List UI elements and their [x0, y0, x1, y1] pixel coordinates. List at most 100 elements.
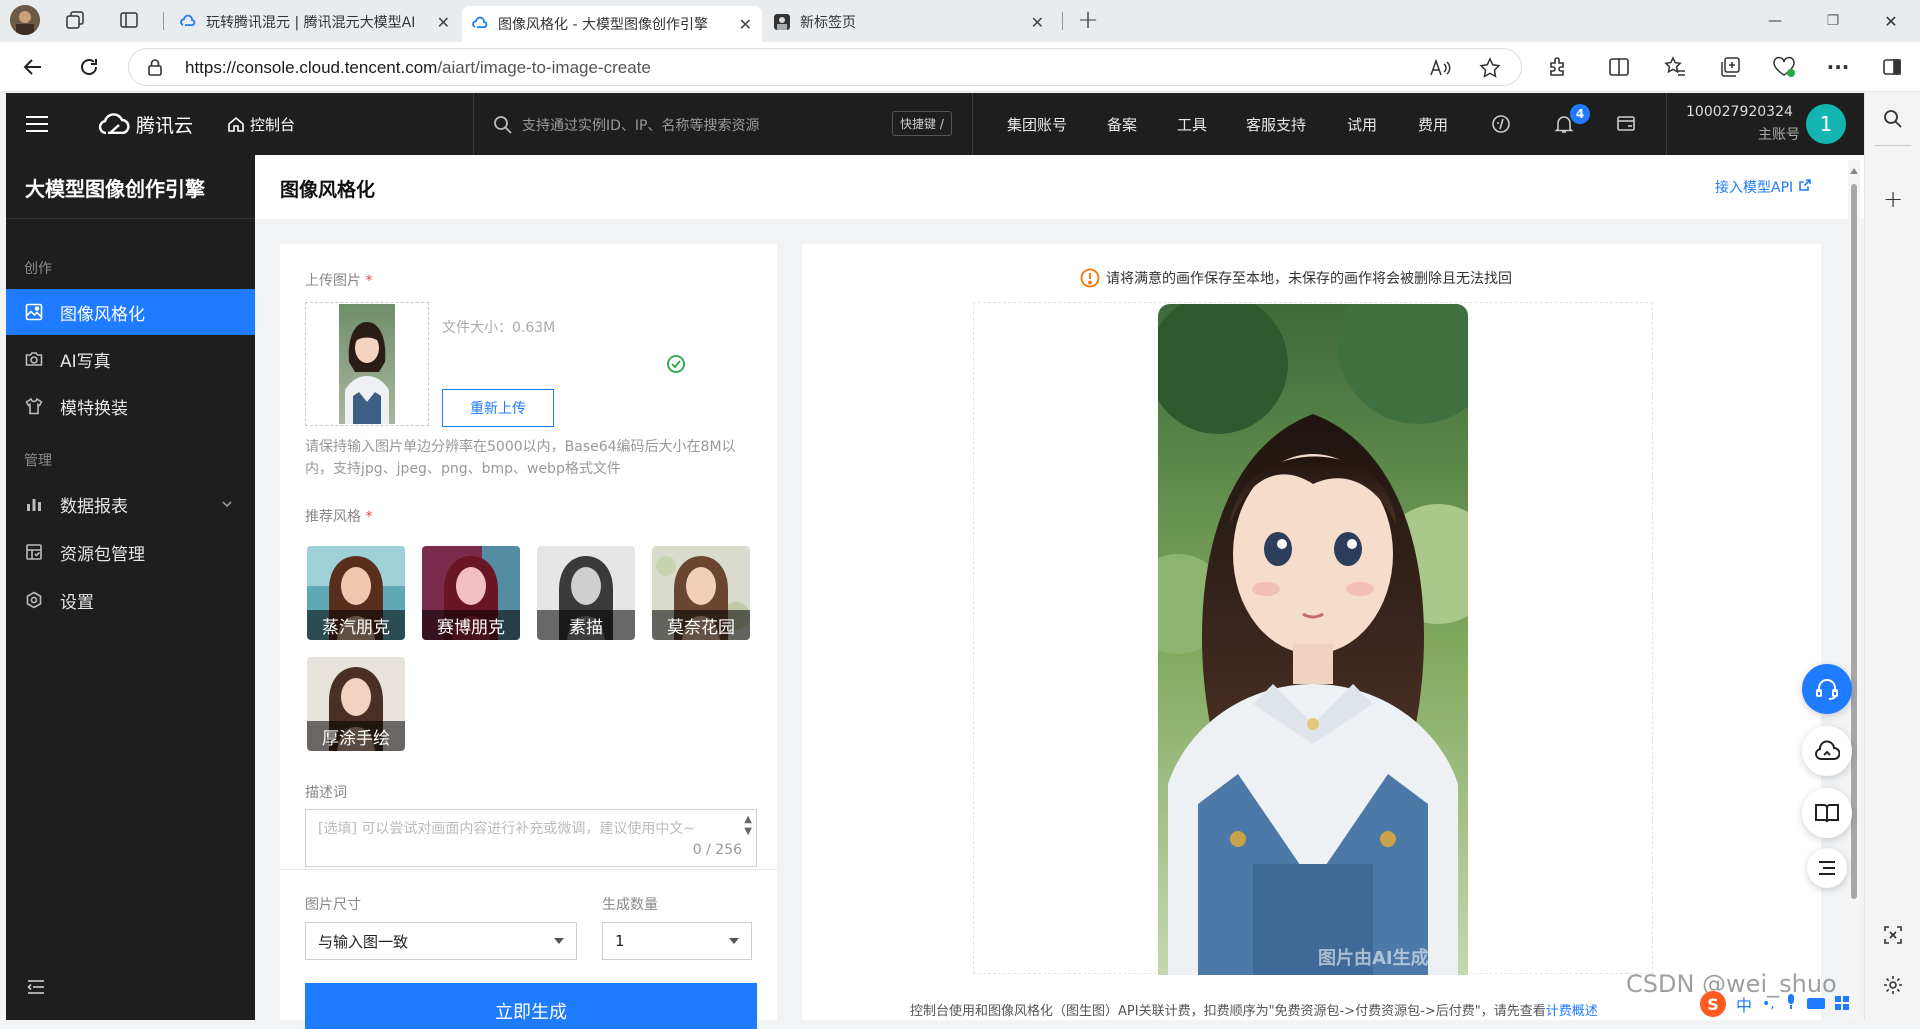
- generated-image[interactable]: 图片由AI生成: [1158, 304, 1468, 975]
- tencent-cloud-logo-icon[interactable]: [98, 110, 132, 138]
- tab-close-icon[interactable]: ✕: [437, 13, 450, 32]
- sidebar-item-image-stylize[interactable]: 图像风格化: [6, 289, 255, 335]
- collapse-sidebar-icon[interactable]: [24, 975, 48, 999]
- generate-button[interactable]: 立即生成: [305, 983, 757, 1029]
- page-scrollbar[interactable]: [1848, 160, 1860, 1020]
- ime-mode[interactable]: 中: [1736, 992, 1752, 1016]
- size-select[interactable]: 与输入图一致: [305, 922, 577, 960]
- ime-logo-icon[interactable]: S: [1700, 991, 1726, 1017]
- microphone-icon[interactable]: [1785, 994, 1797, 1014]
- hamburger-menu-icon[interactable]: [24, 112, 50, 136]
- api-link[interactable]: 接入模型API: [1715, 177, 1811, 197]
- back-icon[interactable]: [20, 54, 46, 80]
- user-avatar[interactable]: 1: [1806, 104, 1846, 144]
- billing-overview-link[interactable]: 计费概述: [1546, 1004, 1598, 1019]
- url-text[interactable]: https://console.cloud.tencent.com/aiart/…: [185, 58, 651, 78]
- nav-billing[interactable]: 费用: [1418, 114, 1448, 135]
- workspaces-icon[interactable]: [64, 9, 86, 31]
- sidebar-item-packages[interactable]: 资源包管理: [6, 529, 255, 575]
- docs-button[interactable]: [1802, 788, 1852, 838]
- sidebar-item-reports[interactable]: 数据报表: [6, 481, 255, 527]
- brand-name[interactable]: 腾讯云: [136, 111, 193, 138]
- settings-icon: [24, 590, 44, 610]
- lock-icon[interactable]: [145, 57, 165, 77]
- nav-trial[interactable]: 试用: [1347, 114, 1377, 135]
- new-tab-button[interactable]: +: [1074, 5, 1102, 35]
- ime-skin-icon[interactable]: [1834, 995, 1849, 1014]
- favorites-icon[interactable]: [1663, 55, 1687, 79]
- ime-keyboard-icon[interactable]: [1806, 995, 1825, 1014]
- notification-count-badge: 4: [1570, 104, 1590, 124]
- browser-essentials-icon[interactable]: [1772, 55, 1796, 79]
- style-option-steampunk[interactable]: 蒸汽朋克: [307, 546, 405, 640]
- add-sidebar-app-icon[interactable]: +: [1881, 185, 1905, 213]
- url-bar[interactable]: https://console.cloud.tencent.com/aiart/…: [128, 48, 1522, 86]
- console-link[interactable]: 控制台: [250, 114, 295, 135]
- tab-close-icon[interactable]: ✕: [1031, 13, 1044, 32]
- sidebar-toggle-icon[interactable]: [1880, 55, 1904, 79]
- prompt-textarea[interactable]: [选填] 可以尝试对画面内容进行补充或微调，建议使用中文~ 0 / 256 ▲ ▼: [305, 809, 757, 867]
- search-icon[interactable]: [492, 114, 514, 136]
- scroll-up-icon[interactable]: [1850, 168, 1858, 174]
- sidebar-item-outfit-change[interactable]: 模特换装: [6, 383, 255, 429]
- extensions-icon[interactable]: [1546, 55, 1570, 79]
- style-option-cyberpunk[interactable]: 赛博朋克: [422, 546, 520, 640]
- reupload-button[interactable]: 重新上传: [442, 389, 554, 427]
- shortcut-badge[interactable]: 快捷键 /: [892, 111, 952, 136]
- browser-tab-1[interactable]: 玩转腾讯混元 | 腾讯混元大模型AI ✕: [170, 6, 460, 38]
- favorite-star-icon[interactable]: [1479, 57, 1501, 79]
- workorder-icon[interactable]: [1615, 113, 1637, 135]
- style-option-thick-paint[interactable]: 厚涂手绘: [307, 657, 405, 751]
- sidebar-item-label: 图像风格化: [60, 304, 145, 325]
- profile-avatar[interactable]: [10, 5, 40, 35]
- nav-group-account[interactable]: 集团账号: [1007, 114, 1067, 135]
- restore-button[interactable]: ❐: [1818, 8, 1848, 34]
- account-id[interactable]: 100027920324: [1686, 104, 1793, 120]
- tab-actions-icon[interactable]: [118, 9, 140, 31]
- count-select[interactable]: 1: [602, 922, 752, 960]
- more-menu-icon[interactable]: ···: [1826, 55, 1850, 79]
- scrollbar-thumb[interactable]: [1851, 184, 1857, 899]
- ime-punct-icon[interactable]: •,: [1762, 996, 1775, 1012]
- settings-icon[interactable]: [1881, 973, 1905, 997]
- menu-list-button[interactable]: [1807, 848, 1847, 888]
- window-close-button[interactable]: ✕: [1876, 8, 1906, 34]
- sidebar-item-ai-portrait[interactable]: AI写真: [6, 336, 255, 382]
- online-support-button[interactable]: [1802, 664, 1852, 714]
- url-domain: https://console.cloud.tencent.com: [185, 58, 438, 77]
- nav-support[interactable]: 客服支持: [1246, 114, 1306, 135]
- size-select-value: 与输入图一致: [318, 932, 409, 951]
- page-title-bar: 图像风格化 接入模型API: [255, 155, 1864, 219]
- search-input[interactable]: 支持通过实例ID、IP、名称等搜索资源: [522, 115, 759, 135]
- sidebar: 大模型图像创作引擎 创作 图像风格化 AI写真 模特换装 管理 数据报表 资源包…: [6, 155, 255, 1020]
- cloud-assistant-button[interactable]: [1802, 726, 1852, 776]
- chevron-down-icon[interactable]: [221, 495, 233, 515]
- search-icon[interactable]: [1881, 107, 1905, 131]
- screenshot-icon[interactable]: [1881, 923, 1905, 947]
- read-aloud-icon[interactable]: [1429, 57, 1451, 79]
- count-select-value: 1: [615, 932, 625, 950]
- prompt-char-count: 0 / 256: [692, 842, 742, 858]
- textarea-scroll-arrows[interactable]: ▲ ▼: [744, 814, 752, 838]
- split-screen-icon[interactable]: [1607, 55, 1631, 79]
- uploaded-image-thumbnail[interactable]: [305, 302, 429, 426]
- style-option-sketch[interactable]: 素描: [537, 546, 635, 640]
- style-option-monet-garden[interactable]: 莫奈花园: [652, 546, 750, 640]
- billing-note-text: 控制台使用和图像风格化（图生图）API关联计费，扣费顺序为"免费资源包->付费资…: [910, 1004, 1546, 1019]
- minimize-button[interactable]: —: [1760, 8, 1790, 34]
- package-icon: [24, 542, 44, 562]
- sidebar-item-label: 模特换装: [60, 398, 128, 419]
- collections-icon[interactable]: [1718, 55, 1742, 79]
- ime-toolbar[interactable]: S 中 •,: [1700, 988, 1860, 1020]
- browser-tab-bar: 玩转腾讯混元 | 腾讯混元大模型AI ✕ 图像风格化 - 大模型图像创作引擎 ✕…: [0, 0, 1920, 42]
- developer-icon[interactable]: [1490, 113, 1512, 135]
- browser-tab-3[interactable]: 新标签页 ✕: [764, 6, 1054, 38]
- sidebar-item-settings[interactable]: 设置: [6, 577, 255, 623]
- nav-tools[interactable]: 工具: [1177, 114, 1207, 135]
- home-icon[interactable]: [226, 114, 246, 134]
- refresh-icon[interactable]: [76, 54, 102, 80]
- nav-beian[interactable]: 备案: [1107, 114, 1137, 135]
- browser-tab-2[interactable]: 图像风格化 - 大模型图像创作引擎 ✕: [462, 6, 762, 42]
- tab-close-icon[interactable]: ✕: [739, 15, 752, 34]
- tab-title: 新标签页: [800, 15, 856, 31]
